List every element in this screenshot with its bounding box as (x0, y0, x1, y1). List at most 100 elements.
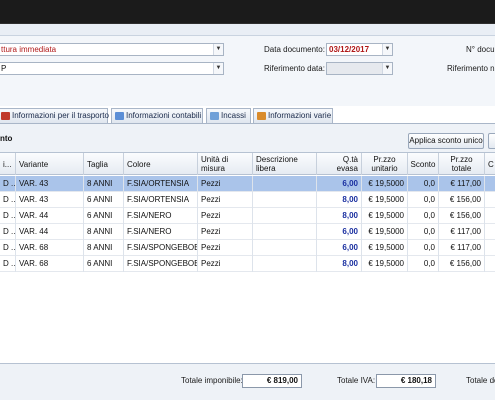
cell-prezzo[interactable]: € 19,5000 (362, 256, 408, 272)
document-type-select[interactable]: ttura immediata ▼ (0, 43, 224, 56)
cell-extra[interactable] (485, 176, 495, 192)
col-totale[interactable]: Pr.zzo totale (439, 153, 485, 175)
cell-variante[interactable]: VAR. 68 (16, 240, 84, 256)
col-um[interactable]: Unità di misura (198, 153, 253, 175)
table-row[interactable]: D ...VAR. 448 ANNIF.SIA/NEROPezzi6,00€ 1… (0, 224, 495, 240)
tab-label: Informazioni varie (268, 111, 332, 120)
cell-totale[interactable]: € 117,00 (439, 176, 485, 192)
cell-colore[interactable]: F.SIA/NERO (124, 208, 198, 224)
col-descrizione[interactable]: Descrizione libera (253, 153, 317, 175)
chevron-down-icon[interactable]: ▼ (382, 63, 392, 74)
cell-totale[interactable]: € 156,00 (439, 192, 485, 208)
cell-sconto[interactable]: 0,0 (408, 192, 439, 208)
cell-descrizione[interactable] (253, 224, 317, 240)
col-code[interactable]: i... (0, 153, 16, 175)
cell-code[interactable]: D ... (0, 240, 16, 256)
cell-um[interactable]: Pezzi (198, 240, 253, 256)
table-row[interactable]: D ...VAR. 446 ANNIF.SIA/NEROPezzi8,00€ 1… (0, 208, 495, 224)
cell-um[interactable]: Pezzi (198, 208, 253, 224)
chevron-down-icon[interactable]: ▼ (382, 44, 392, 55)
lines-panel: nto Applica sconto unico i... Variante T… (0, 123, 495, 364)
tab-incassi[interactable]: Incassi (206, 108, 251, 123)
data-documento-field[interactable]: 03/12/2017 ▼ (326, 43, 393, 56)
cell-extra[interactable] (485, 224, 495, 240)
cell-variante[interactable]: VAR. 44 (16, 208, 84, 224)
chevron-down-icon[interactable]: ▼ (213, 44, 223, 55)
cell-code[interactable]: D ... (0, 192, 16, 208)
col-prezzo[interactable]: Pr.zzo unitario (362, 153, 408, 175)
cell-variante[interactable]: VAR. 68 (16, 256, 84, 272)
col-extra[interactable]: C (485, 153, 495, 175)
cell-sconto[interactable]: 0,0 (408, 176, 439, 192)
top-strip (0, 24, 495, 36)
cell-prezzo[interactable]: € 19,5000 (362, 176, 408, 192)
cell-colore[interactable]: F.SIA/SPONGEBOB (124, 256, 198, 272)
table-row[interactable]: D ...VAR. 438 ANNIF.SIA/ORTENSIAPezzi 6,0… (0, 176, 495, 192)
apply-discount-button[interactable]: Applica sconto unico (408, 133, 484, 149)
cell-variante[interactable]: VAR. 43 (16, 176, 84, 192)
cell-um[interactable]: Pezzi (198, 224, 253, 240)
cell-taglia[interactable]: 8 ANNI (84, 224, 124, 240)
cell-descrizione[interactable] (253, 240, 317, 256)
cell-code[interactable]: D ... (0, 176, 16, 192)
cell-qta[interactable]: 8,00 (317, 192, 362, 208)
cell-colore[interactable]: F.SIA/SPONGEBOB (124, 240, 198, 256)
cell-descrizione[interactable] (253, 256, 317, 272)
col-qta[interactable]: Q.tà evasa (317, 153, 362, 175)
table-row[interactable]: D ...VAR. 436 ANNIF.SIA/ORTENSIAPezzi 8,0… (0, 192, 495, 208)
cell-extra[interactable] (485, 256, 495, 272)
cell-colore[interactable]: F.SIA/NERO (124, 224, 198, 240)
cell-taglia[interactable]: 8 ANNI (84, 240, 124, 256)
cell-prezzo[interactable]: € 19,5000 (362, 192, 408, 208)
cell-sconto[interactable]: 0,0 (408, 208, 439, 224)
cell-taglia[interactable]: 6 ANNI (84, 256, 124, 272)
tab-contabili[interactable]: Informazioni contabili (111, 108, 203, 123)
riferimento-data-field[interactable]: ▼ (326, 62, 393, 75)
table-row[interactable]: D ...VAR. 688 ANNIF.SIA/SPONGEBOBPezzi 6,… (0, 240, 495, 256)
cell-um[interactable]: Pezzi (198, 192, 253, 208)
col-taglia[interactable]: Taglia (84, 153, 124, 175)
cell-code[interactable]: D ... (0, 256, 16, 272)
cell-variante[interactable]: VAR. 43 (16, 192, 84, 208)
cell-colore[interactable]: F.SIA/ORTENSIA (124, 176, 198, 192)
cell-prezzo[interactable]: € 19,5000 (362, 240, 408, 256)
cell-qta[interactable]: 8,00 (317, 208, 362, 224)
cell-prezzo[interactable]: € 19,5000 (362, 208, 408, 224)
cell-totale[interactable]: € 117,00 (439, 224, 485, 240)
cell-qta[interactable]: 6,00 (317, 240, 362, 256)
tab-varie[interactable]: Informazioni varie (253, 108, 333, 123)
cell-variante[interactable]: VAR. 44 (16, 224, 84, 240)
cell-descrizione[interactable] (253, 208, 317, 224)
cell-taglia[interactable]: 6 ANNI (84, 192, 124, 208)
cell-totale[interactable]: € 156,00 (439, 208, 485, 224)
cell-extra[interactable] (485, 240, 495, 256)
tab-trasporto[interactable]: Informazioni per il trasporto (0, 108, 109, 123)
cell-descrizione[interactable] (253, 192, 317, 208)
col-colore[interactable]: Colore (124, 153, 198, 175)
cell-sconto[interactable]: 0,0 (408, 224, 439, 240)
cell-colore[interactable]: F.SIA/ORTENSIA (124, 192, 198, 208)
chevron-down-icon[interactable]: ▼ (213, 63, 223, 74)
cell-extra[interactable] (485, 192, 495, 208)
extra-button[interactable] (488, 133, 495, 149)
col-variante[interactable]: Variante (16, 153, 84, 175)
cell-qta[interactable]: 6,00 (317, 176, 362, 192)
cell-prezzo[interactable]: € 19,5000 (362, 224, 408, 240)
cell-um[interactable]: Pezzi (198, 256, 253, 272)
cell-totale[interactable]: € 156,00 (439, 256, 485, 272)
cell-qta[interactable]: 8,00 (317, 256, 362, 272)
cell-descrizione[interactable] (253, 176, 317, 192)
col-sconto[interactable]: Sconto (408, 153, 439, 175)
cell-extra[interactable] (485, 208, 495, 224)
cell-sconto[interactable]: 0,0 (408, 240, 439, 256)
cell-qta[interactable]: 6,00 (317, 224, 362, 240)
cell-taglia[interactable]: 6 ANNI (84, 208, 124, 224)
cell-taglia[interactable]: 8 ANNI (84, 176, 124, 192)
second-select[interactable]: P ▼ (0, 62, 224, 75)
cell-sconto[interactable]: 0,0 (408, 256, 439, 272)
table-row[interactable]: D ...VAR. 686 ANNIF.SIA/SPONGEBOBPezzi 8,… (0, 256, 495, 272)
cell-code[interactable]: D ... (0, 208, 16, 224)
cell-totale[interactable]: € 117,00 (439, 240, 485, 256)
cell-code[interactable]: D ... (0, 224, 16, 240)
cell-um[interactable]: Pezzi (198, 176, 253, 192)
